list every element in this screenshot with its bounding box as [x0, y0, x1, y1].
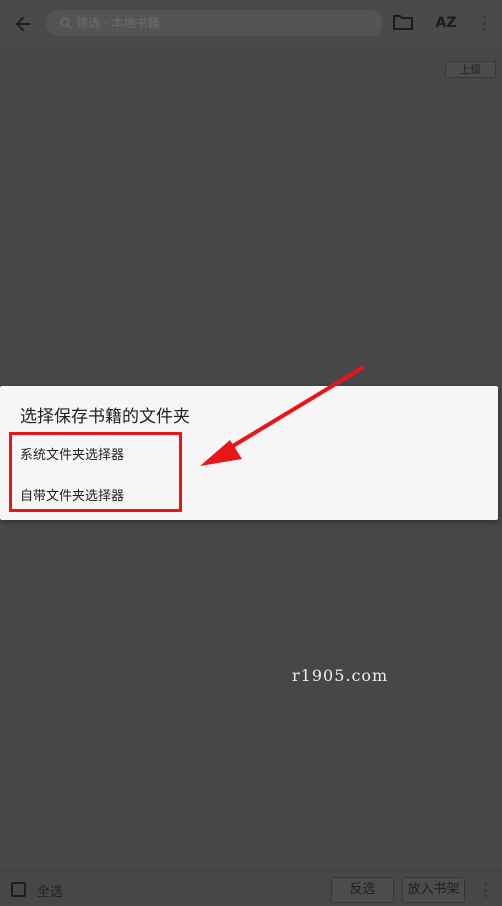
- more-dot-icon: [482, 15, 486, 19]
- dialog-title: 选择保存书籍的文件夹: [20, 407, 190, 427]
- select-all-label: 全选: [37, 885, 64, 900]
- select-all-checkbox[interactable]: [11, 882, 26, 897]
- red-arrow-annotation: [200, 366, 364, 466]
- bottom-more-button[interactable]: [478, 879, 492, 901]
- search-icon: [60, 17, 72, 29]
- more-options-button[interactable]: [474, 11, 494, 35]
- more-dot-icon: [483, 888, 487, 892]
- sort-az-button[interactable]: AZ: [433, 11, 459, 35]
- top-app-bar: AZ: [0, 0, 502, 50]
- search-bar[interactable]: [46, 10, 383, 36]
- highlight-box: [9, 432, 182, 512]
- more-dot-icon: [482, 27, 486, 31]
- invert-selection-button[interactable]: 反选: [331, 877, 394, 903]
- more-dot-icon: [483, 882, 487, 886]
- search-input[interactable]: [76, 16, 356, 30]
- watermark: r1905.com: [292, 666, 389, 685]
- sort-az-icon: AZ: [435, 15, 457, 31]
- arrow-left-icon: [16, 17, 31, 31]
- up-level-button[interactable]: 上级: [445, 61, 496, 78]
- add-to-shelf-button[interactable]: 放入书架: [402, 877, 465, 903]
- more-dot-icon: [483, 894, 487, 898]
- folder-button[interactable]: [392, 12, 416, 34]
- more-dot-icon: [482, 21, 486, 25]
- back-button[interactable]: [10, 11, 36, 37]
- folder-icon: [393, 15, 413, 30]
- bottom-action-bar: 全选 反选 放入书架: [0, 870, 502, 906]
